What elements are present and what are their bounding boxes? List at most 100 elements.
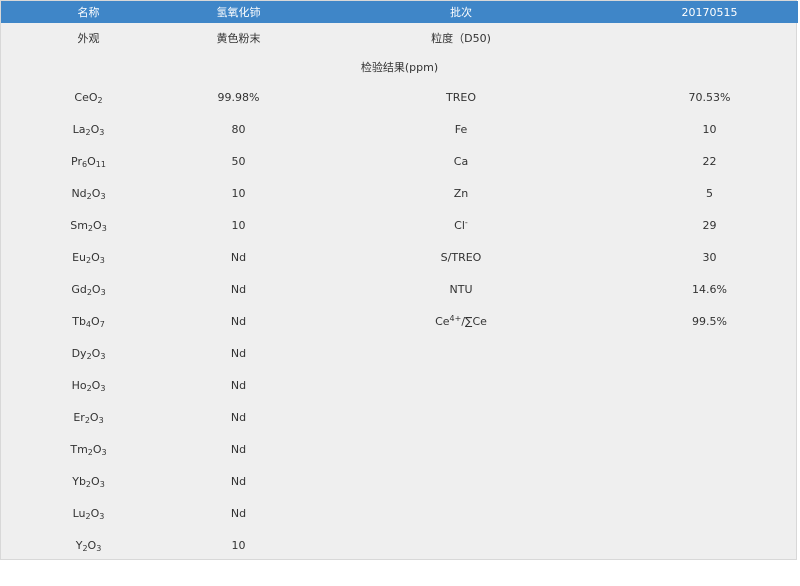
right-sup: 4+	[449, 313, 462, 323]
section-title-row: 检验结果(ppm)	[1, 52, 798, 81]
right-name: TREO	[446, 90, 476, 104]
right-sup: -	[464, 217, 468, 227]
right-item-name	[301, 337, 621, 369]
particle-size-value	[621, 23, 798, 52]
left-base2: O	[93, 218, 102, 232]
left-base2: O	[91, 282, 101, 296]
right-value: 14.6%	[692, 282, 727, 296]
left-sub2: 3	[100, 351, 106, 361]
left-value: 10	[231, 218, 246, 232]
left-base2: O	[87, 154, 96, 168]
table-row: Tb4O7 Nd Ce4+/∑Ce 99.5%	[1, 305, 798, 337]
left-base1: Dy	[71, 346, 87, 360]
left-item-value: 10	[176, 177, 301, 209]
right-value: 29	[702, 218, 717, 232]
table-row: Nd2O3 10 Zn 5	[1, 177, 798, 209]
right-item-name	[301, 433, 621, 465]
left-item-value: Nd	[176, 305, 301, 337]
left-item-name: Yb2O3	[1, 465, 176, 497]
left-item-name: Er2O3	[1, 401, 176, 433]
right-value: 99.5%	[692, 314, 727, 328]
appearance-row: 外观 黄色粉末 粒度（D50)	[1, 23, 798, 52]
left-item-name: Tm2O3	[1, 433, 176, 465]
left-item-name: Pr6O11	[1, 145, 176, 177]
left-sub2: 11	[95, 159, 106, 169]
right-value: 5	[706, 186, 713, 200]
right-item-value: 30	[621, 241, 798, 273]
right-name: Ce	[435, 314, 450, 328]
right-value: 10	[702, 122, 717, 136]
left-value: Nd	[230, 250, 247, 264]
table-row: Pr6O11 50 Ca 22	[1, 145, 798, 177]
right-item-value	[621, 465, 798, 497]
left-item-name: Tb4O7	[1, 305, 176, 337]
left-item-name: Sm2O3	[1, 209, 176, 241]
right-item-name	[301, 401, 621, 433]
left-item-name: Dy2O3	[1, 337, 176, 369]
right-name-tail: /∑Ce	[461, 314, 487, 328]
left-item-value: 80	[176, 113, 301, 145]
left-item-name: Gd2O3	[1, 273, 176, 305]
table-row: Dy2O3 Nd	[1, 337, 798, 369]
right-item-value	[621, 369, 798, 401]
left-base2: O	[92, 442, 102, 456]
table-row: CeO2 99.98% TREO 70.53%	[1, 81, 798, 113]
right-item-value	[621, 497, 798, 529]
left-sub2: 3	[99, 255, 105, 265]
right-item-name	[301, 465, 621, 497]
right-value: 22	[702, 154, 717, 168]
left-base1: CeO	[74, 90, 98, 104]
left-item-name: Eu2O3	[1, 241, 176, 273]
left-sub2: 3	[100, 191, 106, 201]
left-value: Nd	[230, 282, 247, 296]
right-item-value: 22	[621, 145, 798, 177]
left-value: 50	[231, 154, 246, 168]
left-value: 80	[231, 122, 246, 136]
section-title: 检验结果(ppm)	[360, 60, 439, 74]
left-base1: Tb	[72, 314, 86, 328]
left-sub2: 3	[96, 543, 102, 553]
table-row: Er2O3 Nd	[1, 401, 798, 433]
right-item-value	[621, 337, 798, 369]
right-item-name	[301, 369, 621, 401]
left-item-name: Nd2O3	[1, 177, 176, 209]
table-row: Yb2O3 Nd	[1, 465, 798, 497]
left-sub2: 3	[99, 511, 105, 521]
right-name: Fe	[454, 122, 468, 136]
left-sub2: 3	[101, 223, 107, 233]
table-row: Y2O3 10	[1, 529, 798, 561]
right-item-name	[301, 529, 621, 561]
appearance-value: 黄色粉末	[216, 31, 261, 45]
appearance-label: 外观	[77, 31, 100, 45]
left-base1: Er	[73, 410, 85, 424]
right-name: S/TREO	[440, 250, 482, 264]
left-value: Nd	[230, 442, 247, 456]
left-item-value: Nd	[176, 497, 301, 529]
header-batch-label: 批次	[301, 1, 621, 23]
left-value: Nd	[230, 474, 247, 488]
right-item-value: 29	[621, 209, 798, 241]
right-item-value	[621, 401, 798, 433]
table-row: Eu2O3 Nd S/TREO 30	[1, 241, 798, 273]
left-item-name: La2O3	[1, 113, 176, 145]
left-base1: Ho	[71, 378, 87, 392]
table-row: Tm2O3 Nd	[1, 433, 798, 465]
left-base1: Sm	[70, 218, 88, 232]
left-sub2: 3	[100, 383, 106, 393]
table-row: Ho2O3 Nd	[1, 369, 798, 401]
left-item-name: Y2O3	[1, 529, 176, 561]
left-item-value: Nd	[176, 401, 301, 433]
left-base2: O	[91, 474, 100, 488]
left-sub2: 3	[99, 479, 105, 489]
left-item-value: Nd	[176, 241, 301, 273]
left-sub2: 3	[98, 415, 104, 425]
left-value: Nd	[230, 378, 247, 392]
left-item-value: Nd	[176, 273, 301, 305]
left-base2: O	[90, 506, 100, 520]
table-row: Sm2O3 10 Cl- 29	[1, 209, 798, 241]
right-item-name: Fe	[301, 113, 621, 145]
left-item-name: Lu2O3	[1, 497, 176, 529]
right-name: Cl	[454, 218, 465, 232]
right-item-name: S/TREO	[301, 241, 621, 273]
left-sub2: 7	[99, 319, 105, 329]
